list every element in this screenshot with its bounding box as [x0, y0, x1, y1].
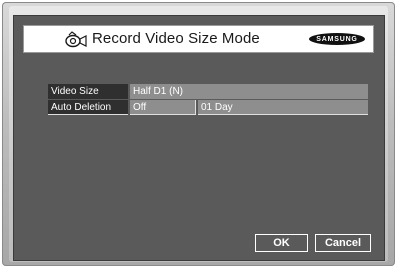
auto-deletion-mode[interactable]: Off [130, 100, 196, 115]
settings-table: Video Size Half D1 (N) Auto Deletion Off… [48, 84, 368, 116]
title-bar: Record Video Size Mode SAMSUNG [23, 25, 374, 53]
cancel-button[interactable]: Cancel [315, 234, 371, 252]
setting-row-auto-deletion: Auto Deletion Off 01 Day [48, 100, 368, 115]
video-size-label: Video Size [48, 84, 128, 99]
record-camera-icon [65, 31, 87, 48]
page-title: Record Video Size Mode [92, 30, 260, 47]
samsung-logo: SAMSUNG [309, 33, 365, 45]
video-size-value[interactable]: Half D1 (N) [130, 84, 368, 99]
logo-text: SAMSUNG [316, 35, 358, 43]
setting-row-video-size: Video Size Half D1 (N) [48, 84, 368, 99]
auto-deletion-period[interactable]: 01 Day [198, 100, 368, 115]
ok-button[interactable]: OK [255, 234, 308, 252]
auto-deletion-label: Auto Deletion [48, 100, 128, 115]
